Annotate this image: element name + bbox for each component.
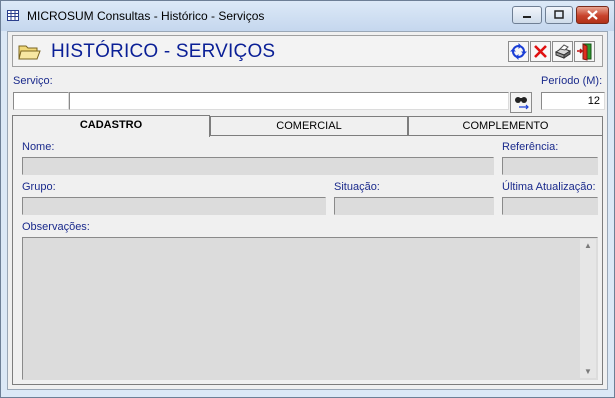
print-icon xyxy=(554,44,572,59)
nome-label: Nome: xyxy=(22,141,55,153)
close-button[interactable] xyxy=(576,6,609,24)
header-panel: HISTÓRICO - SERVIÇOS xyxy=(12,35,603,67)
minimize-icon xyxy=(523,16,531,18)
binoculars-search-icon xyxy=(515,97,529,110)
situacao-field[interactable] xyxy=(334,197,494,215)
ultima-atualizacao-label: Última Atualização: xyxy=(502,181,596,193)
page-title: HISTÓRICO - SERVIÇOS xyxy=(51,41,276,62)
grupo-label: Grupo: xyxy=(22,181,56,193)
open-folder-icon xyxy=(18,45,41,60)
nome-field[interactable] xyxy=(22,157,494,175)
delete-icon xyxy=(534,45,547,58)
tab-comercial[interactable]: COMERCIAL xyxy=(210,116,408,136)
search-button[interactable] xyxy=(510,92,532,113)
periodo-label: Período (M): xyxy=(541,75,603,87)
tab-cadastro-label: CADASTRO xyxy=(79,119,143,131)
app-window: MICROSUM Consultas - Histórico - Serviço… xyxy=(0,0,615,398)
tab-complemento[interactable]: COMPLEMENTO xyxy=(408,116,603,136)
observacoes-scrollbar[interactable]: ▲ ▼ xyxy=(580,239,596,378)
maximize-button[interactable] xyxy=(545,6,573,24)
tab-complemento-label: COMPLEMENTO xyxy=(462,120,549,132)
situacao-label: Situação: xyxy=(334,181,380,193)
exit-button[interactable] xyxy=(574,41,595,62)
ultima-atualizacao-field[interactable] xyxy=(502,197,598,215)
maximize-icon xyxy=(554,10,564,19)
servico-description-input[interactable] xyxy=(69,92,509,110)
minimize-button[interactable] xyxy=(512,6,542,24)
observacoes-textarea[interactable]: ▲ ▼ xyxy=(22,237,598,380)
referencia-label: Referência: xyxy=(502,141,559,153)
refresh-icon xyxy=(510,43,527,60)
app-grid-icon xyxy=(7,10,19,21)
tab-cadastro[interactable]: CADASTRO xyxy=(12,115,210,137)
exit-door-icon xyxy=(577,43,592,61)
scroll-down-icon[interactable]: ▼ xyxy=(584,367,592,376)
close-icon xyxy=(587,10,598,20)
print-button[interactable] xyxy=(552,41,573,62)
cadastro-panel: Nome: Referência: Grupo: Situação: Últim… xyxy=(12,135,603,385)
tab-comercial-label: COMERCIAL xyxy=(276,120,342,132)
periodo-value: 12 xyxy=(587,95,600,107)
scroll-up-icon[interactable]: ▲ xyxy=(584,241,592,250)
referencia-field[interactable] xyxy=(502,157,598,175)
servico-code-input[interactable] xyxy=(13,92,69,110)
window-title: MICROSUM Consultas - Histórico - Serviço… xyxy=(27,9,265,23)
periodo-input[interactable]: 12 xyxy=(541,92,605,110)
observacoes-label: Observações: xyxy=(22,221,90,233)
servico-label: Serviço: xyxy=(13,75,53,87)
client-area: HISTÓRICO - SERVIÇOS Serviço: Período (M… xyxy=(7,31,608,390)
delete-button[interactable] xyxy=(530,41,551,62)
title-bar[interactable]: MICROSUM Consultas - Histórico - Serviço… xyxy=(1,1,614,31)
grupo-field[interactable] xyxy=(22,197,326,215)
refresh-button[interactable] xyxy=(508,41,529,62)
